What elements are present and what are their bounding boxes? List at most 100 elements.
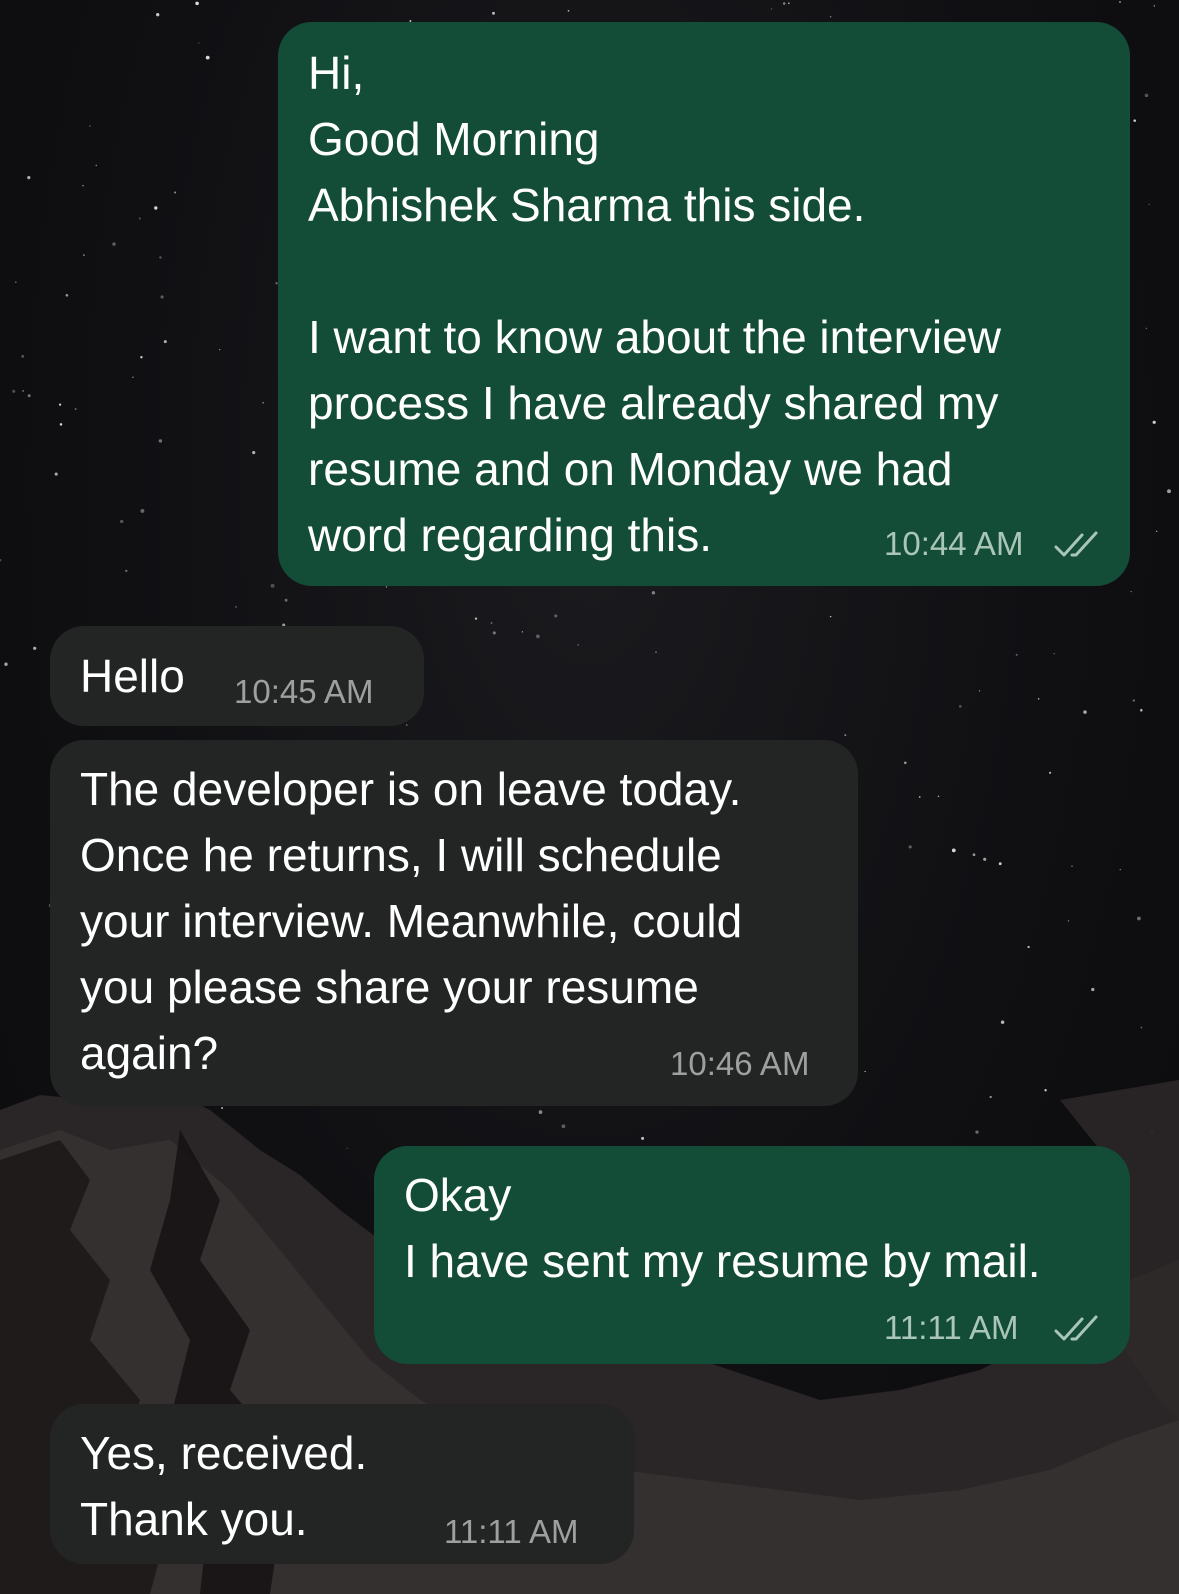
- message-text-line: Abhishek Sharma this side.: [308, 179, 866, 231]
- message-text-line: I want to know about the interview: [308, 311, 1001, 363]
- message-incoming[interactable]: Hello 10:45 AM: [50, 626, 424, 726]
- star-dot: [1118, 1, 1122, 4]
- star-dot: [120, 519, 124, 524]
- star-dot: [1015, 653, 1018, 656]
- star-dot: [27, 394, 31, 398]
- star-dot: [83, 254, 85, 256]
- star-dot: [1037, 698, 1040, 700]
- star-dot: [346, 1147, 348, 1150]
- star-dot: [972, 853, 976, 857]
- message-text-line: you please share your resume: [80, 961, 699, 1013]
- message-text-line: process I have already shared my: [308, 377, 999, 429]
- star-dot: [1053, 652, 1055, 655]
- star-dot: [492, 631, 496, 635]
- star-dot: [951, 848, 956, 853]
- star-dot: [1091, 987, 1095, 992]
- star-dot: [163, 340, 167, 344]
- star-dot: [998, 862, 1002, 866]
- star-dot: [125, 569, 128, 573]
- message-text-line: again?: [80, 1027, 219, 1079]
- star-dot: [74, 408, 77, 410]
- star-dot: [270, 583, 275, 588]
- message-timestamp: 11:11 AM: [444, 1513, 579, 1550]
- star-dot: [221, 1107, 224, 1109]
- star-dot: [538, 1110, 543, 1114]
- star-dot: [561, 1124, 566, 1129]
- star-dot: [651, 591, 656, 595]
- message-text-line: Thank you.: [80, 1493, 308, 1545]
- star-dot: [0, 559, 2, 562]
- star-dot: [1140, 708, 1143, 712]
- message-text-line: I have sent my resume by mail.: [404, 1235, 1041, 1287]
- star-dot: [655, 651, 657, 653]
- star-dot: [22, 390, 24, 392]
- message-text-line: word regarding this.: [308, 509, 712, 561]
- star-dot: [89, 125, 91, 127]
- star-dot: [1137, 916, 1141, 921]
- message-outgoing[interactable]: Okay I have sent my resume by mail. 11:1…: [374, 1146, 1130, 1364]
- star-dot: [4, 662, 8, 666]
- star-dot: [829, 16, 832, 18]
- star-dot: [132, 376, 134, 379]
- star-dot: [978, 690, 981, 692]
- star-dot: [158, 439, 163, 443]
- message-text-line: Hello: [80, 650, 185, 702]
- star-dot: [59, 423, 63, 426]
- message-text-line: Hi,: [308, 47, 365, 99]
- star-dot: [1152, 420, 1156, 424]
- star-dot: [567, 9, 570, 12]
- double-check-icon: [1054, 1315, 1098, 1341]
- star-dot: [521, 631, 524, 633]
- message-timestamp: 10:46 AM: [670, 1045, 810, 1082]
- star-dot: [198, 42, 200, 44]
- star-dot: [262, 401, 265, 404]
- star-dot: [554, 614, 558, 618]
- star-dot: [95, 164, 98, 167]
- star-dot: [385, 586, 388, 588]
- star-dot: [1148, 203, 1150, 206]
- message-incoming[interactable]: The developer is on leave today. Once he…: [50, 740, 858, 1106]
- message-text-line: Good Morning: [308, 113, 600, 165]
- message-timestamp: 10:45 AM: [234, 673, 374, 710]
- message-timestamp: 10:44 AM: [884, 525, 1024, 562]
- star-dot: [1144, 93, 1149, 98]
- star-dot: [159, 256, 162, 259]
- star-dot: [844, 734, 847, 737]
- star-dot: [1119, 868, 1122, 871]
- message-text-line: Yes, received.: [80, 1427, 368, 1479]
- message-text-line: Okay: [404, 1169, 512, 1221]
- star-dot: [205, 55, 210, 60]
- star-dot: [829, 615, 832, 618]
- star-dot: [958, 705, 962, 708]
- star-dot: [174, 191, 177, 194]
- star-dot: [1133, 119, 1136, 122]
- star-dot: [782, 2, 786, 5]
- star-dot: [140, 508, 145, 513]
- message-timestamp: 11:11 AM: [884, 1309, 1019, 1346]
- star-dot: [577, 644, 579, 646]
- star-dot: [983, 857, 987, 861]
- star-dot: [864, 1070, 866, 1073]
- star-dot: [937, 795, 940, 798]
- star-dot: [219, 348, 221, 351]
- star-dot: [112, 242, 116, 246]
- star-dot: [138, 217, 141, 220]
- message-outgoing[interactable]: Hi, Good Morning Abhishek Sharma this si…: [278, 22, 1130, 586]
- star-dot: [154, 206, 158, 210]
- star-dot: [1132, 699, 1135, 702]
- message-text-line: The developer is on leave today.: [80, 763, 742, 815]
- star-dot: [140, 356, 143, 359]
- star-dot: [1027, 945, 1030, 949]
- star-dot: [641, 1136, 645, 1140]
- message-incoming[interactable]: Yes, received. Thank you. 11:11 AM: [50, 1404, 634, 1564]
- star-dot: [1071, 865, 1073, 867]
- star-dot: [406, 724, 408, 726]
- message-text-line: resume and on Monday we had: [308, 443, 953, 495]
- star-dot: [474, 617, 478, 620]
- star-dot: [1145, 327, 1148, 330]
- star-dot: [54, 472, 58, 476]
- star-dot: [82, 184, 84, 187]
- star-dot: [1049, 771, 1052, 774]
- star-dot: [904, 761, 907, 765]
- star-dot: [21, 354, 25, 358]
